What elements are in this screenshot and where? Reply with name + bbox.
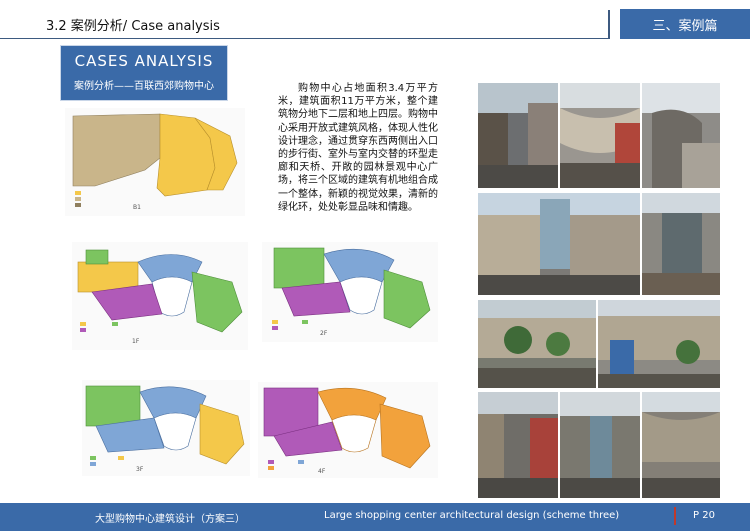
photo-plaza-wide-image: [478, 193, 640, 295]
photo-entrance-image: [642, 193, 720, 295]
floor-plan-1f-drawing: [77, 249, 243, 333]
floor-plan-b1-drawing: [72, 113, 238, 207]
photo-building-exterior-image: [598, 300, 720, 388]
project-description: 购物中心占地面积3.4万平方米，建筑面积11万平方米，整个建筑物分地下二层和地上…: [278, 83, 438, 213]
footer-page-marker: [674, 507, 676, 525]
chapter-tab: 三、案例篇: [620, 9, 750, 39]
floor-label-2f: 2F: [320, 330, 328, 337]
floor-plan-3f: 3F: [82, 380, 250, 476]
cases-analysis-box: CASES ANALYSIS 案例分析——百联西郊购物中心: [60, 45, 228, 101]
photo-building-exterior: [598, 300, 720, 388]
page-number: P 20: [693, 510, 715, 521]
floor-label-1f: 1F: [132, 338, 140, 345]
footer-title-en: Large shopping center architectural desi…: [324, 510, 620, 521]
photo-atrium-stairs-image: [642, 83, 720, 188]
floor-label-4f: 4F: [318, 468, 326, 475]
photo-walkway-1-image: [478, 392, 558, 498]
floor-plan-1f: 1F: [72, 242, 248, 350]
floor-plan-3f-drawing: [85, 385, 245, 466]
photo-walkway-3-image: [642, 392, 720, 498]
photo-courtyard-palms-image: [478, 300, 596, 388]
section-title: 3.2 案例分析/ Case analysis: [46, 19, 220, 34]
photo-atrium-stairs: [642, 83, 720, 188]
photo-walkway-2-image: [560, 392, 640, 498]
photo-mall-corridor: [478, 83, 558, 188]
photo-curved-facade-image: [560, 83, 640, 188]
header-divider: [0, 38, 610, 39]
floor-plan-4f: 4F: [258, 382, 438, 478]
cases-subtitle: 案例分析——百联西郊购物中心: [74, 81, 214, 92]
header-divider-tick: [608, 10, 610, 39]
cases-title: CASES ANALYSIS: [74, 52, 214, 70]
photo-entrance: [642, 193, 720, 295]
floor-plan-2f: 2F: [262, 242, 438, 342]
photo-walkway-3: [642, 392, 720, 498]
photo-plaza-wide: [478, 193, 640, 295]
photo-curved-facade: [560, 83, 640, 188]
floor-label-3f: 3F: [136, 466, 144, 473]
photo-walkway-2: [560, 392, 640, 498]
floor-plan-b1: B1: [65, 108, 245, 216]
photo-courtyard-palms: [478, 300, 596, 388]
floor-label-b1: B1: [133, 204, 141, 211]
photo-walkway-1: [478, 392, 558, 498]
photo-mall-corridor-image: [478, 83, 558, 188]
floor-plan-4f-drawing: [263, 387, 431, 470]
footer-title-cn: 大型购物中心建筑设计（方案三）: [95, 514, 245, 525]
floor-plan-2f-drawing: [272, 247, 431, 330]
